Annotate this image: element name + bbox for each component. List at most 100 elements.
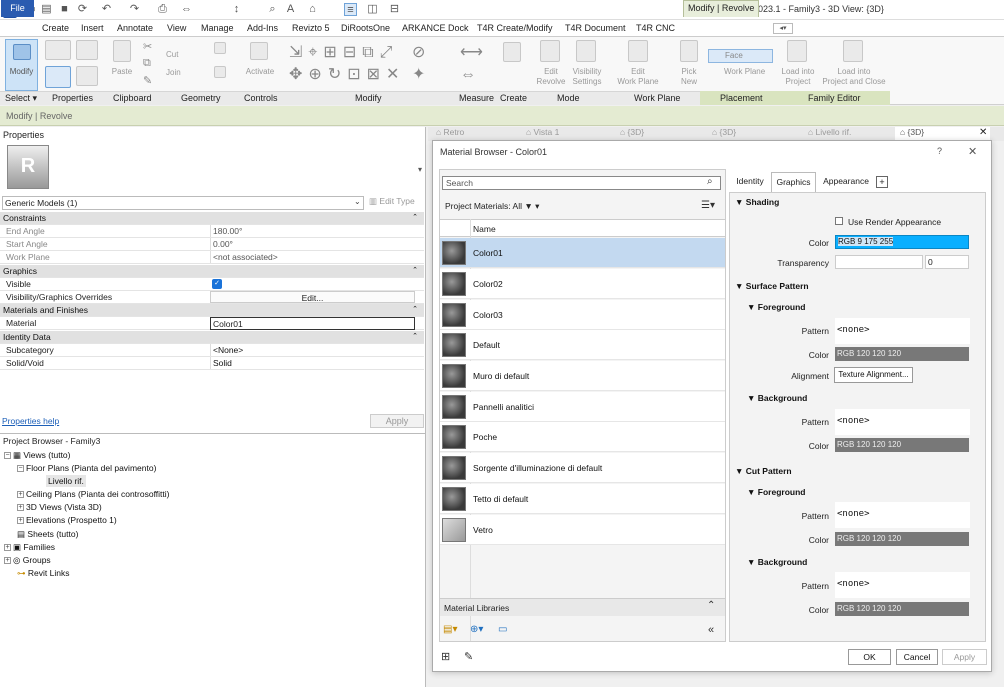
ok-button[interactable]: OK (848, 649, 891, 665)
section-cut-pattern[interactable]: ▼ Cut Pattern (735, 466, 792, 476)
search-input[interactable]: Search (442, 176, 721, 190)
material-row[interactable]: Tetto di default (440, 484, 725, 514)
tab-graphics[interactable]: Graphics (771, 172, 816, 192)
tree-families[interactable]: + ▣ Families (4, 542, 55, 553)
prop-row-subcategory[interactable]: Subcategory <None> (0, 344, 424, 357)
material-row[interactable]: Default (440, 330, 725, 360)
dimension-icon[interactable]: ↕ (230, 3, 243, 16)
material-row[interactable]: Sorgente d'illuminazione di default (440, 453, 725, 483)
join-label[interactable]: Join (166, 68, 181, 78)
edit-material-icon[interactable]: ✎ (464, 650, 473, 663)
section-surface-pattern[interactable]: ▼ Surface Pattern (735, 281, 809, 291)
thin-lines-icon[interactable]: ≡ (344, 3, 357, 16)
tree-floor-plans[interactable]: − Floor Plans (Pianta del pavimento) (17, 463, 156, 473)
texture-alignment-button[interactable]: Texture Alignment... (834, 367, 913, 383)
expand-up-icon[interactable]: ⌃ (707, 600, 715, 611)
view-tab-3d-active[interactable]: ⌂ {3D} ✕ (895, 127, 990, 141)
edit-type-button[interactable]: ▥ Edit Type (366, 195, 422, 209)
asset-editor-icon[interactable]: ▭ (498, 624, 507, 635)
copy-icon[interactable]: ⧉ (143, 57, 151, 70)
material-row[interactable]: Poche (440, 422, 725, 452)
prop-category-constraints[interactable]: Constraints ⌃ (0, 212, 424, 225)
add-asset-icon[interactable]: + (876, 176, 888, 188)
pick-new-icon[interactable] (680, 40, 698, 62)
section-cut-foreground[interactable]: ▼ Foreground (747, 487, 805, 497)
apply-button[interactable]: Apply (942, 649, 987, 665)
create-similar-icon[interactable] (503, 42, 521, 62)
print-icon[interactable]: ⎙ (156, 3, 169, 16)
view-tab-retro[interactable]: ⌂ Retro (436, 127, 464, 137)
undo-icon[interactable]: ↶ (100, 3, 113, 16)
type-properties-icon[interactable] (45, 66, 71, 88)
transparency-slider[interactable] (835, 255, 923, 269)
text-icon[interactable]: A (284, 3, 297, 16)
tab-revizto[interactable]: Revizto 5 (288, 22, 334, 36)
tree-elevations[interactable]: + Elevations (Prospetto 1) (17, 515, 117, 525)
collapse-icon[interactable]: ⌃ (412, 212, 418, 224)
properties-help-link[interactable]: Properties help (2, 416, 59, 426)
wall-joins-icon[interactable] (214, 66, 226, 78)
section-cut-background[interactable]: ▼ Background (747, 557, 807, 567)
tab-t4r-create-modify[interactable]: T4R Create/Modify (473, 22, 557, 36)
surface-fg-color-swatch[interactable]: RGB 120 120 120 (835, 347, 969, 361)
vg-edit-button[interactable]: Edit... (210, 291, 415, 303)
tree-groups[interactable]: + ◎ Groups (4, 555, 51, 566)
material-row[interactable]: Pannelli analitici (440, 392, 725, 422)
project-materials-filter[interactable]: Project Materials: All ▼ ▾ (445, 201, 539, 212)
view-tab-livello-rif[interactable]: ⌂ Livello rif. (808, 127, 851, 137)
properties-icon[interactable] (45, 40, 71, 60)
properties-apply-button[interactable]: Apply (370, 414, 424, 428)
tab-view[interactable]: View (163, 22, 190, 36)
scissors-icon[interactable]: ✂ (143, 40, 152, 53)
load-into-project-icon[interactable] (787, 40, 807, 62)
cut-fg-pattern-field[interactable]: <none> (835, 502, 970, 528)
dropdown-chevron-icon[interactable]: ⌄ (354, 197, 361, 206)
surface-bg-color-swatch[interactable]: RGB 120 120 120 (835, 438, 969, 452)
measure-icon[interactable]: ⇔ (180, 3, 193, 16)
panel-select[interactable]: Select ▾ (5, 93, 37, 104)
tree-livello-rif[interactable]: Livello rif. (46, 475, 86, 487)
geometry-icon[interactable] (214, 42, 226, 54)
type-selector-arrow-icon[interactable]: ▾ (418, 165, 422, 174)
cut-label[interactable]: Cut (166, 50, 178, 60)
tab-appearance[interactable]: Appearance (818, 172, 874, 191)
dialog-close-icon[interactable]: ✕ (968, 145, 977, 158)
help-icon[interactable]: ? (937, 146, 942, 156)
material-row[interactable]: Muro di default (440, 361, 725, 391)
switch-windows-icon[interactable]: ⊟ (388, 3, 401, 16)
section-shading[interactable]: ▼ Shading (735, 197, 779, 207)
material-row[interactable]: Color03 (440, 300, 725, 330)
search-icon[interactable]: ⌕ (707, 176, 713, 187)
tab-create[interactable]: Create (38, 22, 73, 36)
view-tab-3d-2[interactable]: ⌂ {3D} (712, 127, 736, 137)
sync-icon[interactable]: ⟳ (76, 3, 89, 16)
tree-ceiling-plans[interactable]: + Ceiling Plans (Pianta dei controsoffitt… (17, 489, 169, 499)
prop-row-solid-void[interactable]: Solid/Void Solid (0, 357, 424, 370)
folder-icon[interactable]: ▤ (40, 3, 53, 16)
transparency-input[interactable]: 0 (925, 255, 969, 269)
column-name-header[interactable]: Name (473, 224, 496, 234)
activate-icon[interactable] (250, 42, 268, 60)
collapse-icon[interactable]: ⌃ (412, 304, 418, 316)
work-plane-placement-button[interactable]: Work Plane (708, 66, 773, 79)
tab-file[interactable]: File (1, 0, 34, 17)
create-material-icon[interactable]: ⊕▾ (470, 624, 483, 635)
cancel-button[interactable]: Cancel (896, 649, 938, 665)
measure-icon-ribbon[interactable]: ⟷ ⇔ (460, 42, 483, 86)
match-icon[interactable]: ✎ (143, 74, 152, 87)
instance-type-dropdown[interactable]: Generic Models (1) (2, 196, 364, 210)
save-icon[interactable]: ■ (58, 3, 71, 16)
view-tab-3d-1[interactable]: ⌂ {3D} (620, 127, 644, 137)
tab-add-ins[interactable]: Add-Ins (243, 22, 282, 36)
tree-views[interactable]: − ▦ Views (tutto) (4, 450, 71, 461)
shading-color-swatch[interactable]: RGB 9 175 255 (835, 235, 969, 249)
edit-revolve-icon[interactable] (540, 40, 560, 62)
tree-sheets[interactable]: ▤ Sheets (tutto) (17, 529, 78, 540)
prop-category-graphics[interactable]: Graphics ⌃ (0, 265, 424, 278)
material-value-field[interactable]: Color01 (210, 317, 415, 330)
tab-manage[interactable]: Manage (197, 22, 238, 36)
pin-icon[interactable]: ⊘ ✦ (412, 42, 425, 86)
tab-arkance-dock[interactable]: ARKANCE Dock (398, 22, 473, 36)
family-types-icon[interactable] (76, 40, 98, 60)
tab-overflow-icon[interactable]: ◂▾ (773, 23, 793, 34)
